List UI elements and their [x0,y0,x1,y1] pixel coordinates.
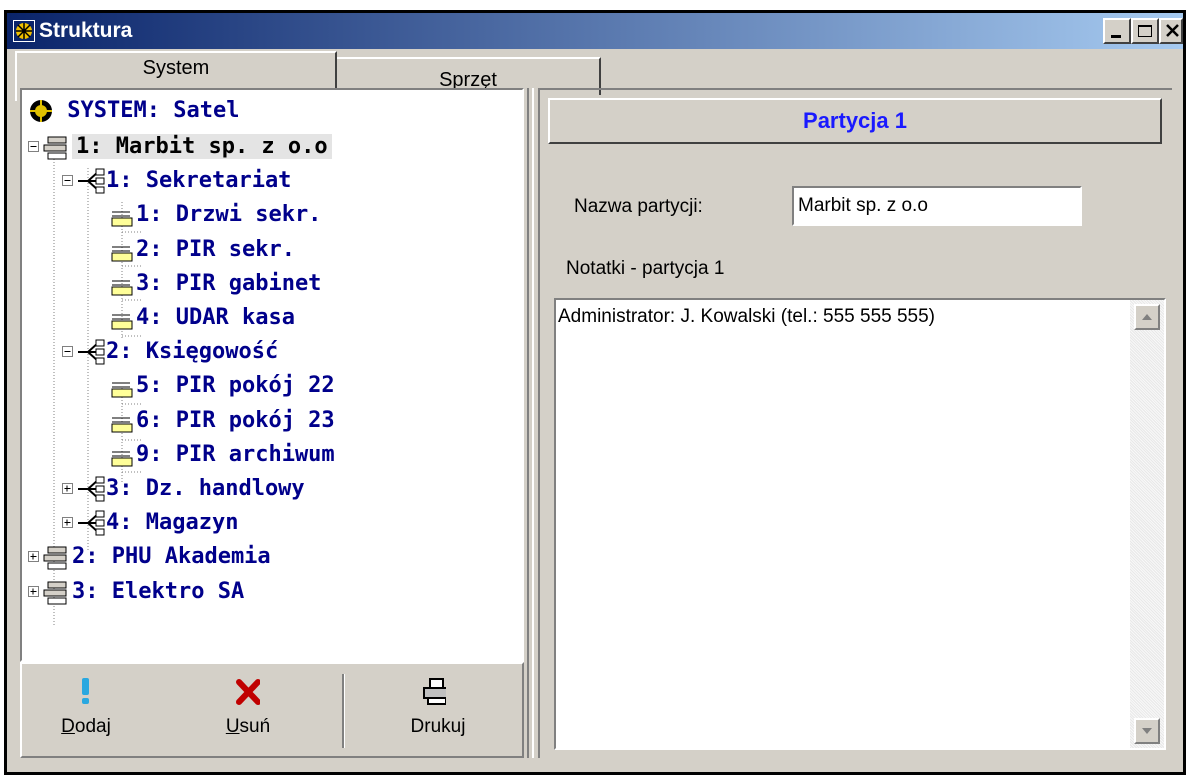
detail-panel: Partycja 1 Nazwa partycji: Marbit sp. z … [538,88,1172,758]
tree-item-label: 3: Elektro SA [72,579,245,604]
tree-item-label: 3: PIR gabinet [136,271,322,296]
expand-icon[interactable] [62,483,74,495]
tree-item-label: 2: PHU Akademia [72,544,271,569]
delete-x-icon [236,679,260,705]
notes-label: Notatki - partycja 1 [566,258,725,279]
notes-textarea[interactable]: Administrator: J. Kowalski (tel.: 555 55… [554,298,1166,750]
zone-icon [78,339,105,365]
notes-scrollbar[interactable] [1130,300,1164,748]
add-accel: D [61,716,75,737]
scroll-up-button[interactable] [1134,304,1160,330]
eol-detector-icon [111,314,133,330]
tree-item-label: 1: Marbit sp. z o.o [72,134,332,159]
tree-item-label: 2: PIR sekr. [136,237,295,262]
expand-icon[interactable] [62,517,74,529]
partition-name-label: Nazwa partycji: [574,196,703,217]
tree-item-zone[interactable]: 3: Dz. handlowy [62,472,305,506]
close-button[interactable] [1159,18,1183,44]
tree-item-input[interactable]: 4: UDAR kasa [96,301,295,335]
tree-item-partition[interactable]: 3: Elektro SA [28,575,244,609]
remove-accel: U [225,716,240,737]
remove-label: suń [239,716,271,737]
tree-item-label: 2: Księgowość [106,339,279,364]
print-button[interactable]: Drukuj [388,670,488,752]
add-button[interactable]: Dodaj [36,670,136,752]
collapse-icon[interactable] [62,346,74,358]
tree-item-label: 6: PIR pokój 23 [136,408,335,433]
eol-detector-icon [111,280,133,296]
remove-button[interactable]: Usuń [198,670,298,752]
printer-icon [423,678,446,705]
eol-detector-icon [111,417,133,433]
arrow-up-icon [1142,314,1152,320]
tree-item-label: 4: UDAR kasa [136,305,295,330]
expand-icon[interactable] [28,551,40,563]
expand-icon[interactable] [28,586,40,598]
title-bar[interactable]: Struktura [7,13,1183,49]
zone-icon [78,168,105,194]
zone-icon [78,510,105,536]
add-icon [82,678,89,704]
detail-header: Partycja 1 [548,98,1162,144]
add-label: odaj [74,716,111,737]
zone-icon [78,476,105,502]
partition-icon [43,136,67,160]
tree-item-label: 1: Sekretariat [106,168,292,193]
tree-item-input[interactable]: 9: PIR archiwum [96,438,335,472]
tree-item-partition[interactable]: 1: Marbit sp. z o.o [28,130,332,164]
minimize-button[interactable] [1103,18,1131,44]
tree-item-input[interactable]: 5: PIR pokój 22 [96,369,335,403]
panel-splitter[interactable] [524,88,538,758]
tree-item-input[interactable]: 6: PIR pokój 23 [96,404,335,438]
tree-root[interactable]: SYSTEM: Satel [28,94,239,128]
partition-name-input[interactable]: Marbit sp. z o.o [792,186,1082,226]
tree-item-label: 1: Drzwi sekr. [136,202,322,227]
arrow-down-icon [1142,728,1152,734]
eol-detector-icon [111,211,133,227]
tree-item-label: 9: PIR archiwum [136,442,335,467]
tree-item-input[interactable]: 2: PIR sekr. [96,233,295,267]
tree-toolbar: Dodaj Usuń Drukuj [20,662,524,758]
tree-item-input[interactable]: 3: PIR gabinet [96,267,321,301]
scroll-down-button[interactable] [1134,718,1160,744]
tab-system-label: System [142,57,210,79]
partition-icon [43,546,67,570]
structure-tree[interactable]: SYSTEM: Satel 1: Marbit sp. z o.o 1: Sekr… [20,88,524,662]
eol-detector-icon [111,246,133,262]
app-icon [13,20,35,42]
window-title: Struktura [39,19,133,42]
tree-item-zone[interactable]: 2: Księgowość [62,335,278,369]
tree-root-label: SYSTEM: Satel [67,98,240,123]
tree-item-zone[interactable]: 4: Magazyn [62,506,238,540]
tree-item-label: 5: PIR pokój 22 [136,373,335,398]
tree-item-input[interactable]: 1: Drzwi sekr. [96,198,321,232]
maximize-button[interactable] [1131,18,1159,44]
eol-detector-icon [111,382,133,398]
tree-item-zone[interactable]: 1: Sekretariat [62,164,291,198]
system-icon [30,100,52,122]
collapse-icon[interactable] [62,175,74,187]
notes-text: Administrator: J. Kowalski (tel.: 555 55… [558,306,936,327]
toolbar-separator [342,674,345,748]
tree-item-label: 3: Dz. handlowy [106,476,305,501]
partition-icon [43,581,67,605]
eol-detector-icon [111,451,133,467]
print-label: Drukuj [410,716,466,737]
tree-item-label: 4: Magazyn [106,510,239,535]
tree-item-partition[interactable]: 2: PHU Akademia [28,540,271,574]
collapse-icon[interactable] [28,141,40,153]
